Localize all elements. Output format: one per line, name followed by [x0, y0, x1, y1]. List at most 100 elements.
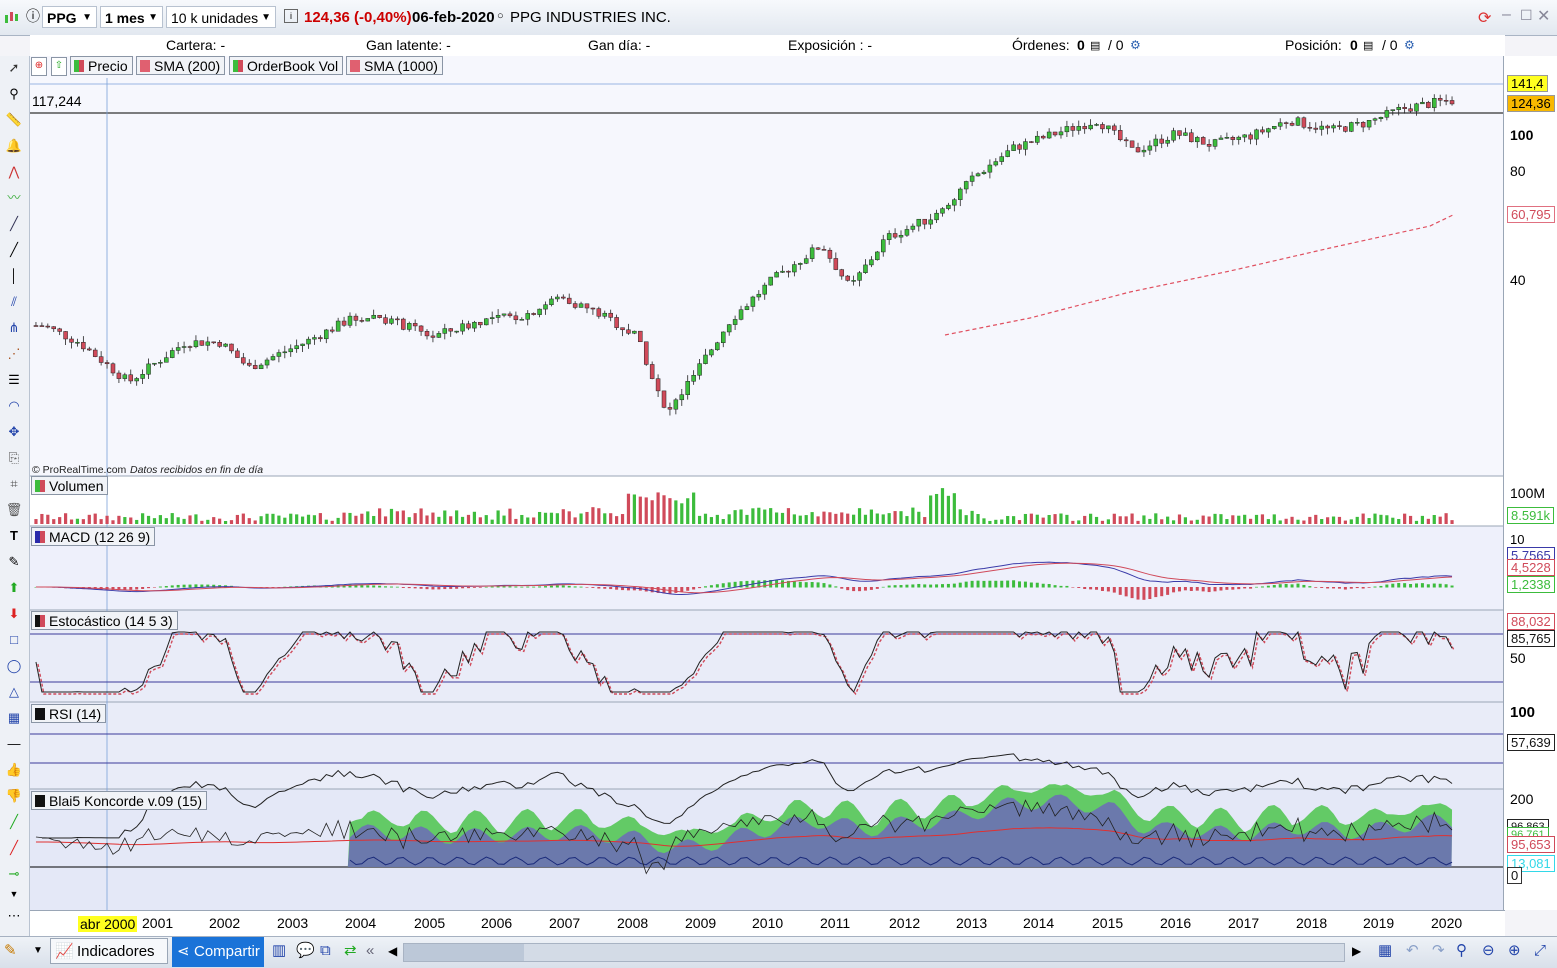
candle-body [987, 164, 993, 173]
legend-volumen[interactable]: Volumen [31, 476, 109, 495]
arc-icon[interactable]: ◠ [5, 398, 23, 414]
period-select[interactable]: 1 mes ▼ [100, 6, 163, 28]
cursor-icon[interactable]: ➚ [5, 60, 23, 76]
rectangle-icon[interactable]: □ [5, 632, 23, 648]
legend-orderbook[interactable]: OrderBook Vol [229, 56, 344, 75]
vertical-line-icon[interactable]: │ [5, 268, 23, 284]
legend-estocastico[interactable]: Estocástico (14 5 3) [31, 611, 178, 630]
candle-body [1260, 129, 1265, 133]
pitchfork-icon[interactable]: ⋔ [5, 320, 23, 336]
magnet-icon[interactable]: ⌗ [5, 476, 23, 492]
legend-sma200[interactable]: SMA (200) [136, 56, 226, 75]
volume-bar [135, 519, 139, 524]
info-icon[interactable]: i [284, 9, 298, 23]
symbol-select[interactable]: PPG ▼ [42, 6, 97, 28]
legend-macd[interactable]: MACD (12 26 9) [31, 527, 156, 546]
fibonacci-icon[interactable]: ⋀ [5, 164, 23, 180]
text-icon[interactable]: T [5, 528, 23, 544]
auto-scale-icon[interactable]: ▦ [1378, 938, 1392, 964]
candle-body [395, 318, 400, 321]
more-down-icon[interactable]: ▼ [5, 886, 23, 902]
orders-settings-icon[interactable]: ⚙ [1130, 38, 1141, 52]
candle-body [1005, 150, 1010, 157]
legend-koncorde[interactable]: Blai5 Koncorde v.09 (15) [31, 791, 208, 810]
scrollbar-thumb[interactable] [404, 944, 524, 961]
indicadores-button[interactable]: 📈 Indicadores ▼ [50, 938, 181, 964]
triangle-icon[interactable]: △ [5, 684, 23, 700]
minimize-icon[interactable]: – [1502, 6, 1511, 24]
units-select[interactable]: 10 k unidades ▼ [166, 6, 276, 28]
legend-rsi[interactable]: RSI (14) [31, 704, 107, 723]
zoom-in-icon[interactable]: ⊕ [1508, 938, 1521, 964]
volume-bar [911, 507, 915, 524]
close-icon[interactable]: ✕ [1537, 6, 1550, 26]
candle-body [910, 225, 916, 230]
chart-type-icon[interactable] [4, 9, 20, 25]
volume-bar [1219, 514, 1223, 524]
chevron-down-icon[interactable]: ▼ [33, 938, 43, 964]
layout-icon[interactable]: ▥ [272, 938, 286, 964]
more-icon[interactable]: ⋯ [5, 908, 23, 924]
line-icon[interactable]: ╱ [5, 242, 23, 258]
chart-canvas[interactable]: © ProRealTime.com Datos recibidos en fin… [30, 56, 1505, 910]
ellipse-icon[interactable]: ◯ [5, 658, 23, 674]
undo-icon[interactable]: ↶ [1406, 938, 1419, 964]
gann-icon[interactable]: ⋰ [5, 346, 23, 362]
zoom-out-icon[interactable]: ⊖ [1482, 938, 1495, 964]
orders-list-icon[interactable]: ▤ [1090, 39, 1100, 52]
sync-icon[interactable]: ⟳ [1478, 8, 1491, 28]
segment-icon[interactable]: ╱ [5, 216, 23, 232]
candle-body [1029, 141, 1034, 143]
volume-bar [1136, 520, 1140, 524]
candle-body [288, 348, 293, 353]
arrow-up-icon[interactable]: ⬆ [5, 580, 23, 596]
position-list-icon[interactable]: ▤ [1363, 39, 1373, 52]
volume-bar [1124, 516, 1128, 524]
redo-icon[interactable]: ↷ [1432, 938, 1445, 964]
thumb-down-icon[interactable]: 👎 [5, 788, 23, 804]
dash-icon[interactable]: ⊸ [5, 866, 23, 882]
zoom-icon[interactable]: ⚲ [5, 86, 23, 102]
expand-panel-icon[interactable]: ⇧ [51, 57, 67, 76]
export-icon[interactable]: ⇄ [344, 938, 357, 964]
legend-sma1000[interactable]: SMA (1000) [346, 56, 443, 75]
zoom-reset-icon[interactable]: ⤢ [1534, 938, 1546, 964]
scrollbar-track[interactable] [403, 943, 1345, 962]
candle-body [169, 350, 175, 358]
move-icon[interactable]: ✥ [5, 424, 23, 440]
macd-histogram-bar [905, 584, 909, 588]
fib-retracement-icon[interactable]: ☰ [5, 372, 23, 388]
volume-bar [1450, 520, 1454, 524]
volume-bar [1343, 520, 1347, 524]
collapse-icon[interactable]: « [366, 938, 374, 964]
channel-icon[interactable]: ⫽ [5, 294, 23, 310]
legend-precio[interactable]: Precio [70, 56, 133, 75]
position-settings-icon[interactable]: ⚙ [1404, 38, 1415, 52]
alert-bell-icon[interactable]: 🔔 [5, 138, 23, 154]
grid-icon[interactable]: ▦ [5, 710, 23, 726]
red-line-icon[interactable]: ╱ [5, 840, 23, 856]
macd-histogram-bar [1379, 585, 1383, 588]
thumb-up-icon[interactable]: 👍 [5, 762, 23, 778]
hline-icon[interactable]: — [5, 736, 23, 752]
window-icon[interactable]: ⧉ [320, 938, 331, 964]
scroll-left-icon[interactable]: ◀ [388, 938, 397, 964]
compartir-button[interactable]: ⋖ Compartir [172, 937, 264, 967]
pen-icon[interactable]: ✎ [5, 554, 23, 570]
copy-icon[interactable]: ⎘ [5, 450, 23, 466]
volume-bar [603, 513, 607, 524]
chevron-down-icon: ▼ [148, 12, 158, 23]
scroll-right-icon[interactable]: ▶ [1352, 938, 1361, 964]
collapse-panel-icon[interactable]: ⊕ [31, 57, 47, 76]
trash-icon[interactable]: 🗑 [5, 502, 23, 518]
ruler-icon[interactable]: 📏 [5, 112, 23, 128]
zoom-fit-icon[interactable]: ⚲ [1456, 938, 1467, 964]
candle-body [762, 284, 767, 295]
chat-icon[interactable]: 💬 [296, 938, 315, 964]
arrow-down-icon[interactable]: ⬇ [5, 606, 23, 622]
symbol-info-icon[interactable]: ⓘ [26, 6, 40, 26]
draw-pencil-icon[interactable]: ✎ [4, 938, 17, 964]
maximize-icon[interactable]: ☐ [1520, 7, 1533, 24]
green-line-icon[interactable]: ╱ [5, 814, 23, 830]
wave-icon[interactable]: 〰 [5, 190, 23, 206]
